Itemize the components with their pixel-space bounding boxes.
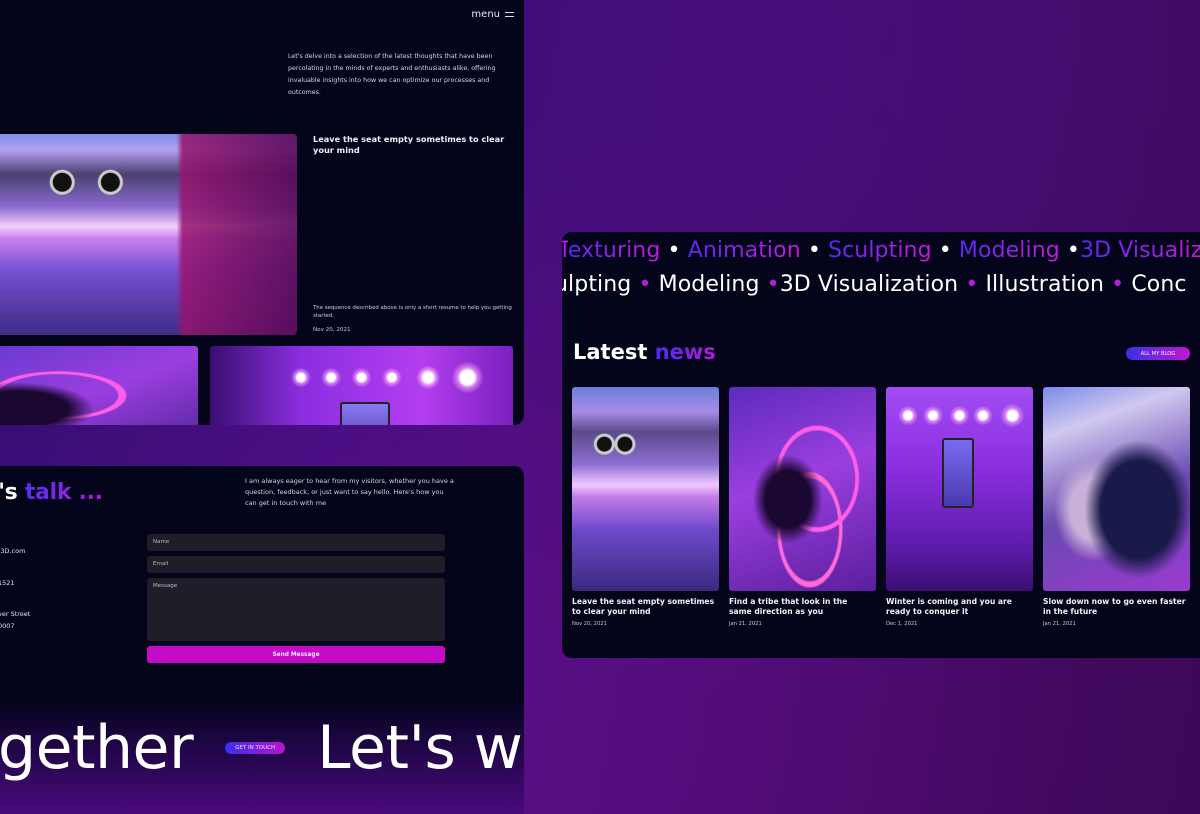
- post-thumbnail[interactable]: [210, 346, 513, 425]
- news-card-image[interactable]: [1043, 387, 1190, 591]
- featured-post-title[interactable]: Leave the seat empty sometimes to clear …: [313, 134, 513, 156]
- latest-news-panel: Texturing • Animation • Sculpting • Mode…: [562, 232, 1200, 658]
- featured-post-image[interactable]: [0, 134, 297, 335]
- menu-button[interactable]: menu: [471, 9, 514, 20]
- blog-page-panel: menu Let's delve into a selection of the…: [0, 0, 524, 425]
- news-card-title[interactable]: Find a tribe that look in the same direc…: [729, 597, 876, 616]
- separator-dot: •: [667, 238, 681, 263]
- contact-intro: I am always eager to hear from my visito…: [245, 477, 454, 507]
- news-card-title[interactable]: Slow down now to go even faster in the f…: [1043, 597, 1190, 616]
- contact-email[interactable]: -3D.com: [0, 545, 25, 557]
- post-thumbnail[interactable]: [0, 346, 198, 425]
- skill-word: Conc: [1131, 272, 1187, 297]
- separator-dot: •: [638, 272, 652, 297]
- skill-word: 3D Visualization: [779, 272, 959, 297]
- skills-marquee-row-2: ulpting • Modeling •3D Visualization • I…: [562, 272, 1187, 297]
- marquee-text: gether: [0, 713, 194, 783]
- marquee-text: Let's w: [317, 713, 523, 783]
- news-card[interactable]: Find a tribe that look in the same direc…: [729, 387, 876, 627]
- contact-heading: t's talk ...: [0, 480, 103, 505]
- name-placeholder: Name: [153, 539, 170, 545]
- news-card-image[interactable]: [572, 387, 719, 591]
- news-card[interactable]: Slow down now to go even faster in the f…: [1043, 387, 1190, 627]
- message-field[interactable]: Message: [147, 578, 445, 641]
- news-card-date: Nov 20, 2021: [572, 621, 607, 627]
- get-in-touch-button[interactable]: GET IN TOUCH: [225, 742, 286, 754]
- separator-dot: •: [938, 238, 952, 263]
- email-field[interactable]: Email: [147, 556, 445, 573]
- featured-post-description: The sequence described above is only a s…: [313, 305, 512, 319]
- send-message-button[interactable]: Send Message: [147, 646, 445, 663]
- separator-dot: •: [766, 272, 780, 297]
- skill-word: ulpting: [562, 272, 632, 297]
- news-card[interactable]: Leave the seat empty sometimes to clear …: [572, 387, 719, 627]
- news-card-image[interactable]: [729, 387, 876, 591]
- phone-graphic: [941, 438, 974, 508]
- news-card[interactable]: Winter is coming and you are ready to co…: [886, 387, 1033, 627]
- skill-word: T: [562, 238, 568, 263]
- name-field[interactable]: Name: [147, 534, 445, 551]
- phone-graphic: [340, 401, 391, 425]
- contact-address: ver Street 0007: [0, 608, 30, 632]
- latest-news-heading: Latest news: [573, 340, 716, 364]
- news-card-date: Jan 21, 2021: [729, 621, 762, 627]
- separator-dot: •: [965, 272, 979, 297]
- news-card-date: Dec 1, 2021: [886, 621, 918, 627]
- contact-page-panel: t's talk ... I am always eager to hear f…: [0, 466, 524, 814]
- separator-dot: •: [1066, 238, 1080, 263]
- all-my-blog-button[interactable]: ALL MY BLOG: [1126, 347, 1190, 360]
- address-line-2: 0007: [0, 622, 15, 630]
- separator-dot: •: [1111, 272, 1125, 297]
- news-card-date: Jan 21, 2021: [1043, 621, 1076, 627]
- skill-word: Illustration: [985, 272, 1105, 297]
- blog-intro: Let's delve into a selection of the late…: [288, 53, 496, 96]
- hamburger-icon: [505, 12, 514, 17]
- skill-word: Modeling: [958, 238, 1060, 263]
- get-in-touch-marquee: gether GET IN TOUCH Let's w: [0, 713, 523, 783]
- news-card-title[interactable]: Winter is coming and you are ready to co…: [886, 597, 1033, 616]
- news-card-image[interactable]: [886, 387, 1033, 591]
- skills-marquee-row-1: Texturing • Animation • Sculpting • Mode…: [562, 238, 1200, 263]
- skill-word: Sculpting: [828, 238, 932, 263]
- skill-word: Animation: [687, 238, 801, 263]
- featured-post-date: Nov 20, 2021: [313, 327, 351, 333]
- separator-dot: •: [807, 238, 821, 263]
- news-heading-plain: Latest: [573, 340, 648, 364]
- contact-heading-plain: t's: [0, 480, 18, 505]
- news-heading-accent: news: [654, 340, 716, 364]
- skill-word: Modeling: [658, 272, 760, 297]
- news-card-title[interactable]: Leave the seat empty sometimes to clear …: [572, 597, 719, 616]
- skill-word: 3D Visualiz: [1080, 238, 1200, 263]
- contact-heading-accent: talk ...: [24, 480, 103, 505]
- contact-phone[interactable]: 1521: [0, 577, 15, 589]
- address-line-1: ver Street: [0, 610, 31, 618]
- menu-label: menu: [471, 9, 500, 20]
- skill-word: exturing: [567, 238, 661, 263]
- email-placeholder: Email: [153, 561, 169, 567]
- message-placeholder: Message: [153, 583, 178, 589]
